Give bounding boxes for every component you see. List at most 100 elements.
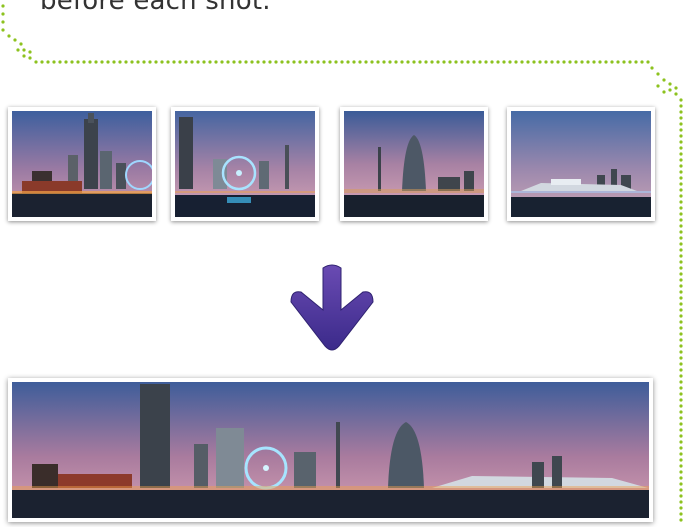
guide-dot [58, 60, 62, 64]
guide-dot [622, 60, 626, 64]
guide-dot [679, 218, 683, 222]
guide-dot [100, 60, 104, 64]
guide-dot [604, 60, 608, 64]
guide-dot [634, 60, 638, 64]
guide-dot [118, 60, 122, 64]
guide-dot [454, 60, 458, 64]
guide-dot [679, 140, 683, 144]
guide-dot [679, 296, 683, 300]
guide-dot [679, 362, 683, 366]
guide-dot [154, 60, 158, 64]
guide-dot [364, 60, 368, 64]
guide-dot [679, 332, 683, 336]
guide-dot [679, 110, 683, 114]
guide-dot [679, 152, 683, 156]
guide-dot [532, 60, 536, 64]
guide-dot [568, 60, 572, 64]
guide-dot [328, 60, 332, 64]
guide-dot [679, 194, 683, 198]
guide-dot [412, 60, 416, 64]
guide-dot [679, 188, 683, 192]
guide-dot [679, 500, 683, 504]
guide-dot [679, 116, 683, 120]
guide-dot [574, 60, 578, 64]
guide-dot [679, 290, 683, 294]
guide-dot [679, 266, 683, 270]
guide-dot [178, 60, 182, 64]
guide-dot [286, 60, 290, 64]
guide-dot [316, 60, 320, 64]
guide-dot [472, 60, 476, 64]
guide-dot [184, 60, 188, 64]
guide-dot [226, 60, 230, 64]
guide-dot [679, 146, 683, 150]
guide-dot [142, 60, 146, 64]
guide-dot [592, 60, 596, 64]
guide-dot [679, 494, 683, 498]
guide-dot [580, 60, 584, 64]
arrow-down-icon [290, 264, 374, 351]
guide-dot [679, 284, 683, 288]
guide-dot [679, 368, 683, 372]
guide-dot [484, 60, 488, 64]
guide-dot [292, 60, 296, 64]
guide-dot [304, 60, 308, 64]
guide-dot [202, 60, 206, 64]
guide-dot [679, 314, 683, 318]
guide-dot [679, 350, 683, 354]
guide-dot [679, 170, 683, 174]
guide-dot [679, 404, 683, 408]
guide-dot [679, 134, 683, 138]
guide-dot [208, 60, 212, 64]
guide-dot [418, 60, 422, 64]
guide-dot [82, 60, 86, 64]
guide-dot [394, 60, 398, 64]
guide-dot [679, 488, 683, 492]
guide-dot [496, 60, 500, 64]
guide-dot [679, 422, 683, 426]
guide-dot [376, 60, 380, 64]
guide-dot [679, 158, 683, 162]
guide-dot [679, 440, 683, 444]
guide-dot [64, 60, 68, 64]
guide-dot [616, 60, 620, 64]
guide-dot [679, 470, 683, 474]
guide-dot [538, 60, 542, 64]
guide-dot [430, 60, 434, 64]
guide-dot [679, 320, 683, 324]
guide-dot [52, 60, 56, 64]
guide-dot [382, 60, 386, 64]
guide-dot [34, 60, 38, 64]
guide-dot [679, 230, 683, 234]
guide-dot [679, 302, 683, 306]
guide-dot [679, 446, 683, 450]
guide-dot [94, 60, 98, 64]
guide-dot [148, 60, 152, 64]
guide-dot [679, 308, 683, 312]
guide-dot [679, 344, 683, 348]
guide-dot [679, 476, 683, 480]
guide-dot [220, 60, 224, 64]
guide-dot [679, 278, 683, 282]
guide-dot [172, 60, 176, 64]
guide-dot [679, 512, 683, 516]
guide-dot [679, 224, 683, 228]
guide-dot [424, 60, 428, 64]
guide-dot [679, 464, 683, 468]
guide-dot [679, 338, 683, 342]
guide-dot [679, 104, 683, 108]
guide-dot [400, 60, 404, 64]
guide-dot [340, 60, 344, 64]
guide-dot [478, 60, 482, 64]
guide-dot [280, 60, 284, 64]
guide-dot [262, 60, 266, 64]
guide-dot [640, 60, 644, 64]
guide-dot [46, 60, 50, 64]
guide-dot [679, 236, 683, 240]
guide-dot [124, 60, 128, 64]
guide-dot [70, 60, 74, 64]
photo-thumbnail-1 [8, 107, 156, 221]
guide-dot [238, 60, 242, 64]
guide-dot [679, 176, 683, 180]
guide-dot [196, 60, 200, 64]
